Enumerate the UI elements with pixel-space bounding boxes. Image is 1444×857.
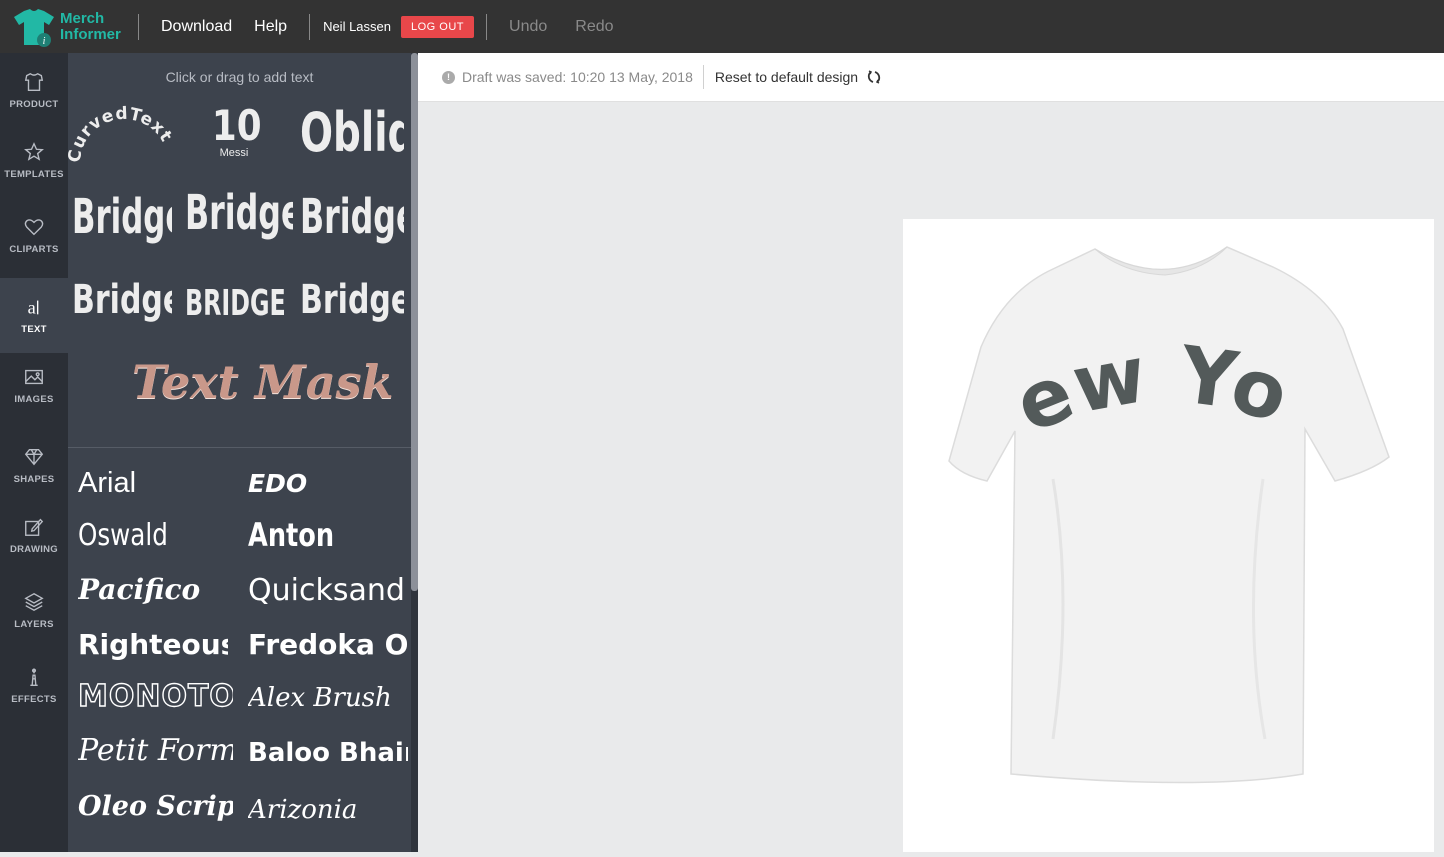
- sidebar-item-label: PRODUCT: [9, 99, 59, 110]
- sidebar-item-product[interactable]: PRODUCT: [0, 53, 68, 128]
- sidebar-item-shapes[interactable]: SHAPES: [0, 428, 68, 503]
- panel-scrollbar[interactable]: [411, 53, 418, 852]
- status-bar: ! Draft was saved: 10:20 13 May, 2018 Re…: [418, 53, 1444, 102]
- bridge-sample-1[interactable]: Bridge: [72, 189, 172, 253]
- panel-title: Click or drag to add text: [165, 69, 314, 85]
- font-item-edo[interactable]: EDO: [248, 469, 408, 498]
- font-item-quicksand[interactable]: Quicksand: [248, 573, 408, 608]
- user-name: Neil Lassen: [323, 19, 391, 34]
- undo-button[interactable]: Undo: [509, 18, 547, 36]
- font-item-petit-formal[interactable]: Petit Formal: [78, 733, 233, 768]
- svg-text:a: a: [28, 297, 36, 317]
- panel-divider: [68, 447, 411, 448]
- star-icon: [24, 142, 44, 161]
- pencil-icon: [25, 518, 44, 536]
- logout-button[interactable]: LOG OUT: [401, 15, 475, 38]
- sidebar-item-label: DRAWING: [9, 544, 58, 555]
- divider: [138, 13, 139, 40]
- text-panel: Click or drag to add text CurvedText 10 …: [68, 53, 418, 852]
- refresh-icon[interactable]: [866, 69, 882, 85]
- image-icon: [25, 369, 43, 385]
- text-mask-sample[interactable]: Text Mask: [132, 355, 394, 409]
- sidebar-item-label: SHAPES: [13, 474, 55, 485]
- tshirt-icon: [24, 72, 44, 91]
- sidebar-item-label: EFFECTS: [11, 694, 57, 705]
- bridge-label: Bridge: [72, 189, 172, 246]
- font-item-oswald[interactable]: Oswald: [78, 518, 201, 553]
- oblique-sample[interactable]: Oblique: [300, 101, 404, 171]
- sidebar-item-label: IMAGES: [14, 394, 54, 405]
- heart-icon: [24, 219, 44, 236]
- help-link[interactable]: Help: [254, 18, 287, 36]
- download-link[interactable]: Download: [161, 18, 232, 36]
- layers-icon: [24, 592, 44, 612]
- font-item-righteous[interactable]: Righteous: [78, 628, 228, 661]
- svg-text:i: i: [43, 36, 46, 47]
- sidebar-item-layers[interactable]: LAYERS: [0, 573, 68, 648]
- bridge-label: Bridge: [300, 277, 404, 323]
- curved-text-sample[interactable]: CurvedText: [68, 97, 178, 172]
- sidebar-item-label: CLIPARTS: [9, 244, 59, 255]
- sidebar-item-images[interactable]: IMAGES: [0, 348, 68, 423]
- bridge-caps-label: BRIDGE: [185, 283, 286, 324]
- top-bar: i Merch Informer Download Help Neil Lass…: [0, 0, 1444, 53]
- tshirt-shape: [948, 246, 1390, 784]
- jersey-number-sample[interactable]: 10 Messi: [208, 101, 262, 160]
- tshirt-mockup: New York: [870, 148, 1390, 784]
- bridge-sample-2[interactable]: Bridge: [185, 185, 293, 249]
- bridge-label: Bridge: [72, 277, 172, 323]
- sidebar-item-templates[interactable]: TEMPLATES: [0, 123, 68, 198]
- bridge-sample-4[interactable]: Bridge: [72, 277, 172, 333]
- logo[interactable]: i Merch Informer: [0, 0, 138, 53]
- font-item-fredoka-one[interactable]: Fredoka One: [248, 628, 408, 661]
- font-item-arial[interactable]: Arial: [78, 467, 228, 500]
- font-item-alex-brush[interactable]: Alex Brush: [248, 683, 408, 713]
- sidebar-item-label: LAYERS: [14, 619, 54, 630]
- sidebar-item-label: TEMPLATES: [4, 169, 64, 180]
- oblique-label: Oblique: [300, 101, 404, 164]
- bridge-caps-sample[interactable]: BRIDGE: [185, 283, 291, 331]
- font-item-arizonia[interactable]: Arizonia: [248, 795, 408, 825]
- design-canvas[interactable]: New York: [870, 148, 1434, 852]
- diamond-icon: [24, 448, 44, 466]
- sidebar-item-label: TEXT: [21, 324, 47, 335]
- info-icon: !: [442, 70, 455, 84]
- sidebar-item-drawing[interactable]: DRAWING: [0, 498, 68, 573]
- divider: [702, 65, 704, 89]
- sidebar-item-effects[interactable]: EFFECTS: [0, 648, 68, 723]
- tshirt-logo-icon: i: [14, 8, 54, 47]
- bridge-label: Bridge: [185, 185, 293, 242]
- sidebar-item-cliparts[interactable]: CLIPARTS: [0, 198, 68, 273]
- logo-line1: Merch: [60, 9, 105, 27]
- font-item-pacifico[interactable]: Pacifico: [78, 573, 228, 606]
- draft-saved-status: Draft was saved: 10:20 13 May, 2018: [462, 69, 693, 85]
- bridge-label: Bridge: [300, 189, 404, 246]
- redo-button[interactable]: Redo: [575, 18, 613, 36]
- font-item-monoton[interactable]: Monoton: [78, 679, 233, 714]
- svg-text:CurvedText: CurvedText: [68, 104, 176, 164]
- text-mask-label: Text Mask: [132, 355, 394, 409]
- jersey-number: 10: [211, 101, 262, 150]
- font-item-baloo-bhaina[interactable]: Baloo Bhaina: [248, 738, 408, 768]
- divider: [309, 13, 311, 40]
- font-item-oleo-script-swash[interactable]: Oleo Script Swash: [78, 791, 233, 822]
- effects-icon: [30, 668, 38, 686]
- reset-design-button[interactable]: Reset to default design: [715, 69, 858, 85]
- divider: [486, 13, 488, 40]
- text-icon: a: [28, 297, 39, 317]
- tool-sidebar: PRODUCT TEMPLATES CLIPARTS a TEXT IMAGES…: [0, 53, 68, 852]
- bridge-sample-5[interactable]: Bridge: [300, 277, 404, 333]
- sidebar-item-text[interactable]: a TEXT: [0, 278, 68, 353]
- bridge-sample-3[interactable]: Bridge: [300, 189, 404, 253]
- logo-line2: Informer: [60, 25, 121, 43]
- font-item-anton[interactable]: Anton: [248, 516, 376, 554]
- curved-text-label: CurvedText: [68, 104, 175, 164]
- scrollbar-thumb[interactable]: [411, 53, 418, 591]
